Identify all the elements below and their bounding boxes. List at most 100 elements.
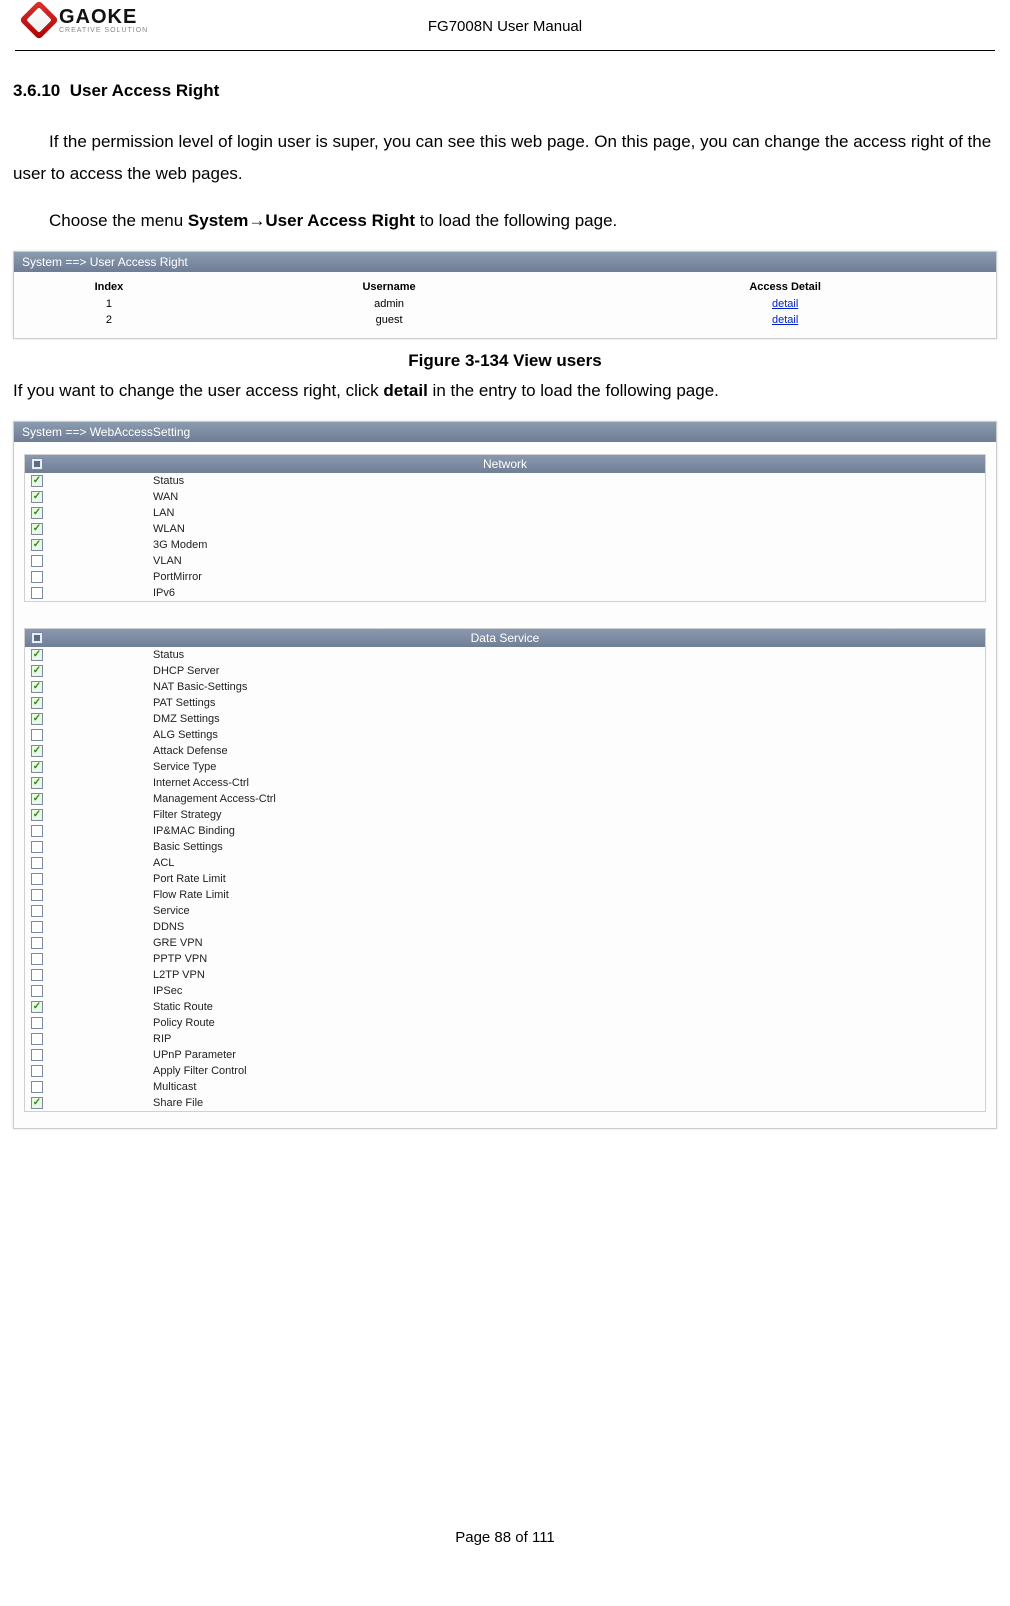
detail-link[interactable]: detail (772, 298, 798, 310)
access-item-label: PAT Settings (153, 697, 215, 709)
intro-paragraph-3: If you want to change the user access ri… (13, 375, 997, 407)
access-item-row: IPSec (25, 983, 985, 999)
p2-pre: Choose the menu (49, 211, 188, 230)
access-item-label: Status (153, 475, 184, 487)
access-item-checkbox[interactable] (31, 809, 43, 821)
access-item-checkbox[interactable] (31, 1081, 43, 1093)
access-item-label: Static Route (153, 1001, 213, 1013)
access-item-checkbox[interactable] (31, 555, 43, 567)
access-item-row: Service Type (25, 759, 985, 775)
access-item-checkbox[interactable] (31, 777, 43, 789)
access-item-row: Port Rate Limit (25, 871, 985, 887)
section-header-checkbox[interactable] (31, 458, 43, 470)
access-item-checkbox[interactable] (31, 713, 43, 725)
access-item-checkbox[interactable] (31, 825, 43, 837)
access-item-checkbox[interactable] (31, 1049, 43, 1061)
access-item-row: Basic Settings (25, 839, 985, 855)
access-item-checkbox[interactable] (31, 793, 43, 805)
access-section-header: Data Service (25, 629, 985, 647)
access-item-label: Policy Route (153, 1017, 215, 1029)
access-section-title: Network (483, 457, 527, 471)
access-item-row: LAN (25, 505, 985, 521)
access-item-label: DDNS (153, 921, 184, 933)
p3-pre: If you want to change the user access ri… (13, 381, 383, 400)
access-panel-crumb: System ==> WebAccessSetting (14, 422, 996, 442)
access-item-label: WLAN (153, 523, 185, 535)
access-item-row: RIP (25, 1031, 985, 1047)
users-panel: System ==> User Access Right Index Usern… (13, 251, 997, 339)
access-item-label: IP&MAC Binding (153, 825, 235, 837)
access-item-row: L2TP VPN (25, 967, 985, 983)
users-panel-crumb: System ==> User Access Right (14, 252, 996, 272)
access-item-row: 3G Modem (25, 537, 985, 553)
access-section: Data ServiceStatusDHCP ServerNAT Basic-S… (24, 628, 986, 1112)
access-item-checkbox[interactable] (31, 539, 43, 551)
access-item-label: Port Rate Limit (153, 873, 226, 885)
cell-username: guest (196, 312, 582, 328)
access-item-label: 3G Modem (153, 539, 207, 551)
access-item-label: RIP (153, 1033, 171, 1045)
section-number: 3.6.10 (13, 81, 60, 100)
access-item-label: LAN (153, 507, 174, 519)
access-item-checkbox[interactable] (31, 841, 43, 853)
access-item-checkbox[interactable] (31, 475, 43, 487)
section-title: User Access Right (70, 81, 220, 100)
access-item-label: Multicast (153, 1081, 196, 1093)
access-item-checkbox[interactable] (31, 681, 43, 693)
access-item-checkbox[interactable] (31, 1065, 43, 1077)
access-item-checkbox[interactable] (31, 985, 43, 997)
access-item-row: IP&MAC Binding (25, 823, 985, 839)
access-item-checkbox[interactable] (31, 905, 43, 917)
access-item-checkbox[interactable] (31, 649, 43, 661)
access-item-checkbox[interactable] (31, 1017, 43, 1029)
p2-post: to load the following page. (415, 211, 617, 230)
menu-path: System→User Access Right (188, 211, 415, 230)
detail-link[interactable]: detail (772, 314, 798, 326)
access-item-label: Attack Defense (153, 745, 228, 757)
access-item-label: Flow Rate Limit (153, 889, 229, 901)
access-item-row: PPTP VPN (25, 951, 985, 967)
access-item-label: Status (153, 649, 184, 661)
access-item-label: L2TP VPN (153, 969, 205, 981)
access-item-checkbox[interactable] (31, 507, 43, 519)
access-item-label: Management Access-Ctrl (153, 793, 276, 805)
access-item-checkbox[interactable] (31, 937, 43, 949)
access-item-checkbox[interactable] (31, 1001, 43, 1013)
page-footer: Page 88 of 111 (0, 1529, 1010, 1546)
access-item-checkbox[interactable] (31, 889, 43, 901)
access-item-row: Share File (25, 1095, 985, 1111)
access-item-row: WLAN (25, 521, 985, 537)
access-item-row: DMZ Settings (25, 711, 985, 727)
cell-index: 2 (22, 312, 196, 328)
access-item-checkbox[interactable] (31, 921, 43, 933)
access-item-checkbox[interactable] (31, 697, 43, 709)
access-item-checkbox[interactable] (31, 953, 43, 965)
access-item-checkbox[interactable] (31, 1033, 43, 1045)
access-item-label: Basic Settings (153, 841, 223, 853)
access-item-checkbox[interactable] (31, 491, 43, 503)
access-item-checkbox[interactable] (31, 761, 43, 773)
access-item-checkbox[interactable] (31, 873, 43, 885)
access-section-header: Network (25, 455, 985, 473)
access-item-row: NAT Basic-Settings (25, 679, 985, 695)
access-item-label: GRE VPN (153, 937, 203, 949)
manual-title: FG7008N User Manual (15, 18, 995, 35)
p3-post: in the entry to load the following page. (428, 381, 719, 400)
access-item-checkbox[interactable] (31, 587, 43, 599)
access-item-checkbox[interactable] (31, 745, 43, 757)
access-item-label: Share File (153, 1097, 203, 1109)
access-item-checkbox[interactable] (31, 969, 43, 981)
access-item-checkbox[interactable] (31, 665, 43, 677)
section-header-checkbox[interactable] (31, 632, 43, 644)
access-item-row: UPnP Parameter (25, 1047, 985, 1063)
access-item-label: UPnP Parameter (153, 1049, 236, 1061)
access-item-checkbox[interactable] (31, 571, 43, 583)
access-item-checkbox[interactable] (31, 729, 43, 741)
access-item-label: Service (153, 905, 190, 917)
access-item-label: PortMirror (153, 571, 202, 583)
col-access-detail: Access Detail (582, 278, 988, 296)
access-item-checkbox[interactable] (31, 857, 43, 869)
access-item-checkbox[interactable] (31, 1097, 43, 1109)
access-item-label: Internet Access-Ctrl (153, 777, 249, 789)
access-item-checkbox[interactable] (31, 523, 43, 535)
